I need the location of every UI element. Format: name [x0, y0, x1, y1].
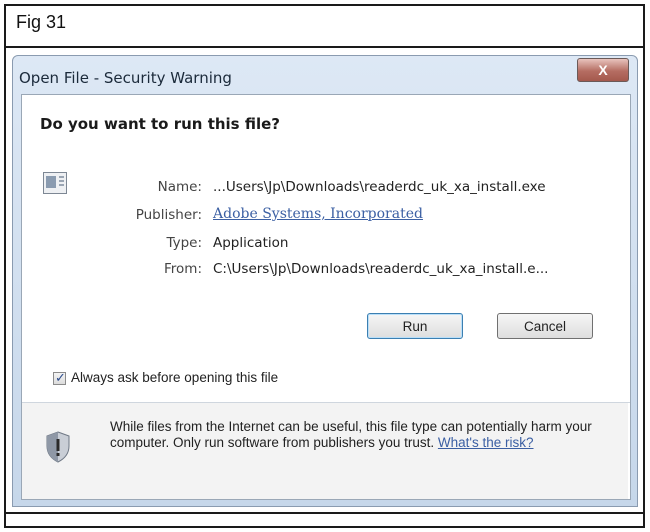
close-button[interactable]: X: [577, 58, 629, 82]
title-bar: Open File - Security Warning X: [13, 56, 637, 92]
run-button[interactable]: Run: [367, 313, 463, 339]
from-value: C:\Users\Jp\Downloads\readerdc_uk_xa_ins…: [213, 261, 549, 277]
warning-panel: While files from the Internet can be use…: [22, 403, 628, 499]
figure-divider: [6, 46, 643, 48]
dialog-content: Do you want to run this file? Name: ...U…: [21, 94, 631, 500]
window-title: Open File - Security Warning: [19, 69, 232, 87]
type-value: Application: [213, 235, 289, 251]
name-value: ...Users\Jp\Downloads\readerdc_uk_xa_ins…: [213, 179, 546, 195]
figure-caption: Fig 31: [16, 12, 67, 32]
always-ask-label: Always ask before opening this file: [71, 370, 279, 385]
figure-bottom-divider: [6, 512, 643, 514]
shield-icon: [46, 431, 70, 463]
publisher-link[interactable]: Adobe Systems, Incorporated: [213, 206, 423, 222]
always-ask-checkbox[interactable]: ✓: [53, 370, 66, 385]
risk-link[interactable]: What's the risk?: [438, 435, 534, 450]
file-icon: [43, 172, 67, 194]
name-label: Name:: [157, 179, 202, 195]
checkmark-icon: ✓: [55, 370, 66, 385]
type-label: Type:: [166, 235, 202, 251]
close-icon: X: [598, 62, 608, 78]
from-label: From:: [164, 261, 202, 277]
publisher-label: Publisher:: [135, 207, 202, 223]
warning-message: While files from the Internet can be use…: [110, 419, 610, 451]
dialog-question: Do you want to run this file?: [40, 115, 280, 133]
security-warning-dialog: Open File - Security Warning X Do you wa…: [12, 55, 638, 507]
cancel-button[interactable]: Cancel: [497, 313, 593, 339]
